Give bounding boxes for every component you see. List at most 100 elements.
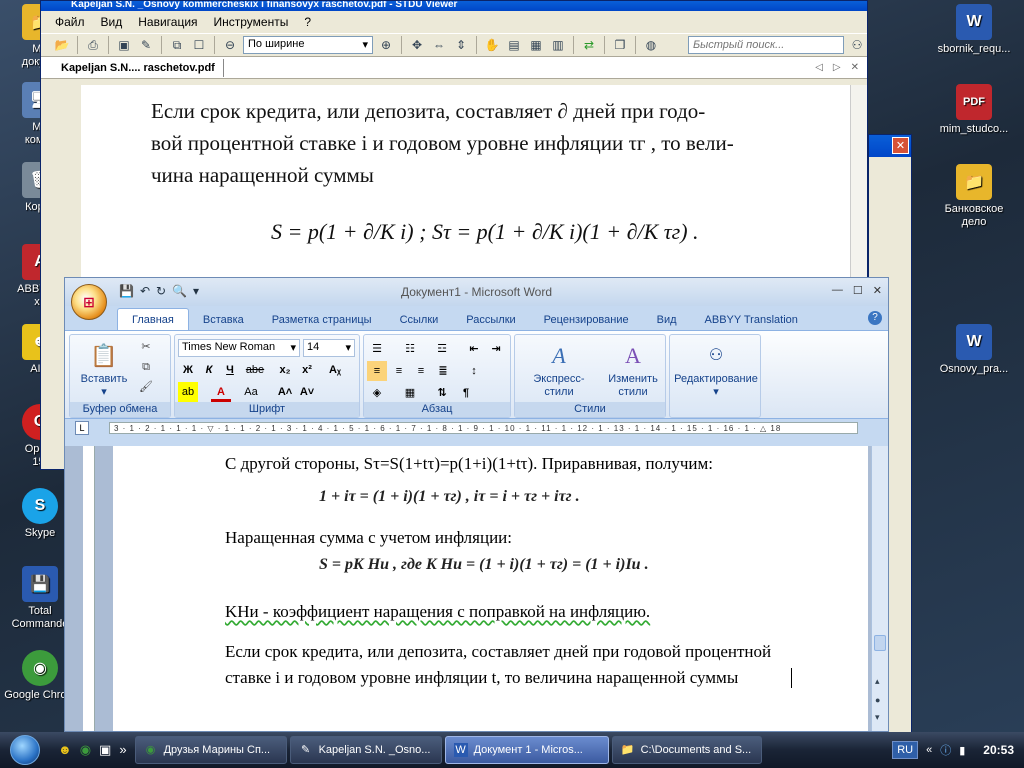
office-button[interactable]: ⊞ [71, 284, 107, 320]
thumbnails-icon[interactable]: ▥ [549, 36, 567, 54]
tab-insert[interactable]: Вставка [189, 309, 258, 330]
close-icon[interactable]: ✕ [892, 137, 909, 154]
paste-button[interactable]: 📋 Вставить ▾ [76, 339, 132, 399]
fit-page-icon[interactable]: ✥ [408, 36, 426, 54]
desktop-icon-mim-studco[interactable]: PDF mim_studco... [934, 84, 1014, 136]
language-indicator[interactable]: RU [892, 741, 919, 759]
font-name-select[interactable]: Times New Roman ▾ [178, 339, 300, 357]
print-icon[interactable]: ⎙ [84, 36, 102, 54]
task-explorer[interactable]: 📁 C:\Documents and S... [611, 736, 762, 764]
fit-height-icon[interactable]: ⇕ [452, 36, 470, 54]
bullets-icon[interactable]: ☰ [367, 339, 387, 359]
superscript-button[interactable]: x² [297, 360, 317, 380]
align-left-icon[interactable]: ≡ [367, 361, 387, 381]
align-right-icon[interactable]: ≡ [411, 361, 431, 381]
open-folder-icon[interactable]: 📂 [53, 36, 71, 54]
chrome-icon[interactable]: ◉ [80, 742, 91, 758]
menu-file[interactable]: Файл [55, 15, 85, 29]
close-icon[interactable]: ✕ [873, 284, 882, 297]
editing-button[interactable]: ⚇ Редактирование ▾ [672, 339, 760, 399]
zoom-out-icon[interactable]: ⊖ [221, 36, 239, 54]
subscript-button[interactable]: x₂ [275, 360, 295, 380]
clock[interactable]: 20:53 [983, 743, 1014, 757]
browse-object-icon[interactable]: ● [875, 695, 880, 705]
cut-icon[interactable]: ✂ [138, 339, 154, 355]
bold-button[interactable]: Ж [178, 360, 198, 380]
tab-review[interactable]: Рецензирование [530, 309, 643, 330]
window-icon[interactable]: ❐ [611, 36, 629, 54]
scroll-down-icon[interactable]: ▾ [875, 712, 880, 723]
tab-view[interactable]: Вид [643, 309, 691, 330]
sort-icon[interactable]: ⇅ [432, 383, 452, 403]
tab-selector-icon[interactable]: L [75, 421, 89, 435]
menu-help[interactable]: ? [304, 15, 311, 29]
desktop-icon-sbornik[interactable]: W sbornik_requ... [934, 4, 1014, 56]
clear-formatting-icon[interactable]: Aᵪ [325, 360, 345, 380]
copy-icon[interactable]: ⧉ [168, 36, 186, 54]
info-icon[interactable]: ⓘ [940, 742, 951, 758]
tab-references[interactable]: Ссылки [386, 309, 453, 330]
more-chevron-icon[interactable]: » [119, 742, 126, 758]
pen-icon[interactable]: ✎ [137, 36, 155, 54]
font-size-select[interactable]: 14 ▾ [303, 339, 355, 357]
maximize-icon[interactable]: ☐ [853, 284, 863, 297]
change-styles-button[interactable]: A Изменить стили [603, 339, 663, 399]
menu-tools[interactable]: Инструменты [214, 15, 289, 29]
menu-view[interactable]: Вид [101, 15, 123, 29]
fit-width-icon[interactable]: ⇔ [430, 36, 448, 54]
network-icon[interactable]: ▮ [959, 744, 965, 757]
task-word[interactable]: W Документ 1 - Micros... [444, 736, 609, 764]
multilevel-list-icon[interactable]: ☲ [432, 339, 452, 359]
strikethrough-button[interactable]: abe [245, 360, 265, 380]
start-button[interactable] [0, 732, 50, 768]
borders-icon[interactable]: ▦ [400, 383, 420, 403]
snapshot-icon[interactable]: ▤ [505, 36, 523, 54]
tab-next-icon[interactable]: ▷ [833, 62, 841, 73]
back-forward-icon[interactable]: ⇄ [580, 36, 598, 54]
underline-button[interactable]: Ч [220, 360, 240, 380]
grow-font-button[interactable]: A˄ [275, 382, 295, 402]
task-chrome[interactable]: ◉ Друзья Марины Сп... [134, 736, 287, 764]
menu-navigation[interactable]: Навигация [138, 15, 197, 29]
tray-chevron-icon[interactable]: « [926, 744, 932, 756]
numbering-icon[interactable]: ☷ [400, 339, 420, 359]
desktop-icon-osnovy-pra[interactable]: W Osnovy_pra... [934, 324, 1014, 376]
word-titlebar[interactable]: ⊞ 💾 ↶ ↻ 🔍 ▾ Документ1 - Microsoft Word —… [65, 278, 888, 320]
quick-search-input[interactable] [688, 36, 844, 54]
increase-indent-icon[interactable]: ⇥ [486, 339, 506, 359]
scroll-up-icon[interactable]: ▴ [875, 676, 880, 687]
image-icon[interactable]: ▣ [115, 36, 133, 54]
task-stdu-viewer[interactable]: ✎ Kapeljan S.N. _Osno... [289, 736, 442, 764]
shading-icon[interactable]: ◈ [367, 383, 387, 403]
document-page[interactable]: С другой стороны, Sτ=S(1+tτ)=p(1+i)(1+tτ… [113, 446, 868, 731]
viewer-titlebar[interactable]: Kapeljan S.N. _Osnovy kommercheskix i fi… [41, 1, 867, 11]
document-tab[interactable]: Kapeljan S.N.... raschetov.pdf [53, 58, 224, 77]
change-case-button[interactable]: Aa [241, 382, 261, 402]
binoculars-icon[interactable]: ⚇ [848, 36, 866, 54]
aim-icon[interactable]: ☻ [58, 742, 72, 758]
globe-icon[interactable]: ◍ [642, 36, 660, 54]
desktop-icon-bankovskoe-delo[interactable]: 📁 Банковское дело [934, 164, 1014, 229]
copy-icon[interactable]: ⧉ [138, 359, 154, 375]
font-color-button[interactable]: A [211, 382, 231, 402]
shrink-font-button[interactable]: A˅ [297, 382, 317, 402]
align-center-icon[interactable]: ≡ [389, 361, 409, 381]
hand-tool-icon[interactable]: ✋ [483, 36, 501, 54]
help-icon[interactable]: ? [868, 311, 882, 325]
zoom-in-icon[interactable]: ⊕ [377, 36, 395, 54]
highlight-button[interactable]: ab [178, 382, 198, 402]
ruler-scale[interactable]: 3 · 1 · 2 · 1 · 1 · 1 · ▽ · 1 · 1 · 2 · … [109, 422, 858, 434]
tab-close-icon[interactable]: ✕ [851, 62, 859, 73]
tab-mailings[interactable]: Рассылки [452, 309, 529, 330]
pages-icon[interactable]: ▦ [527, 36, 545, 54]
tab-prev-icon[interactable]: ◁ [815, 62, 823, 73]
tab-home[interactable]: Главная [117, 308, 189, 330]
tab-abbyy-translation[interactable]: ABBYY Translation [691, 309, 812, 330]
tab-page-layout[interactable]: Разметка страницы [258, 309, 386, 330]
minimize-icon[interactable]: — [832, 284, 843, 297]
zoom-select[interactable]: По ширине ▾ [243, 36, 373, 54]
format-painter-icon[interactable]: 🖌 [138, 379, 154, 395]
decrease-indent-icon[interactable]: ⇤ [464, 339, 484, 359]
select-icon[interactable]: ☐ [190, 36, 208, 54]
line-spacing-icon[interactable]: ↕ [464, 361, 484, 381]
